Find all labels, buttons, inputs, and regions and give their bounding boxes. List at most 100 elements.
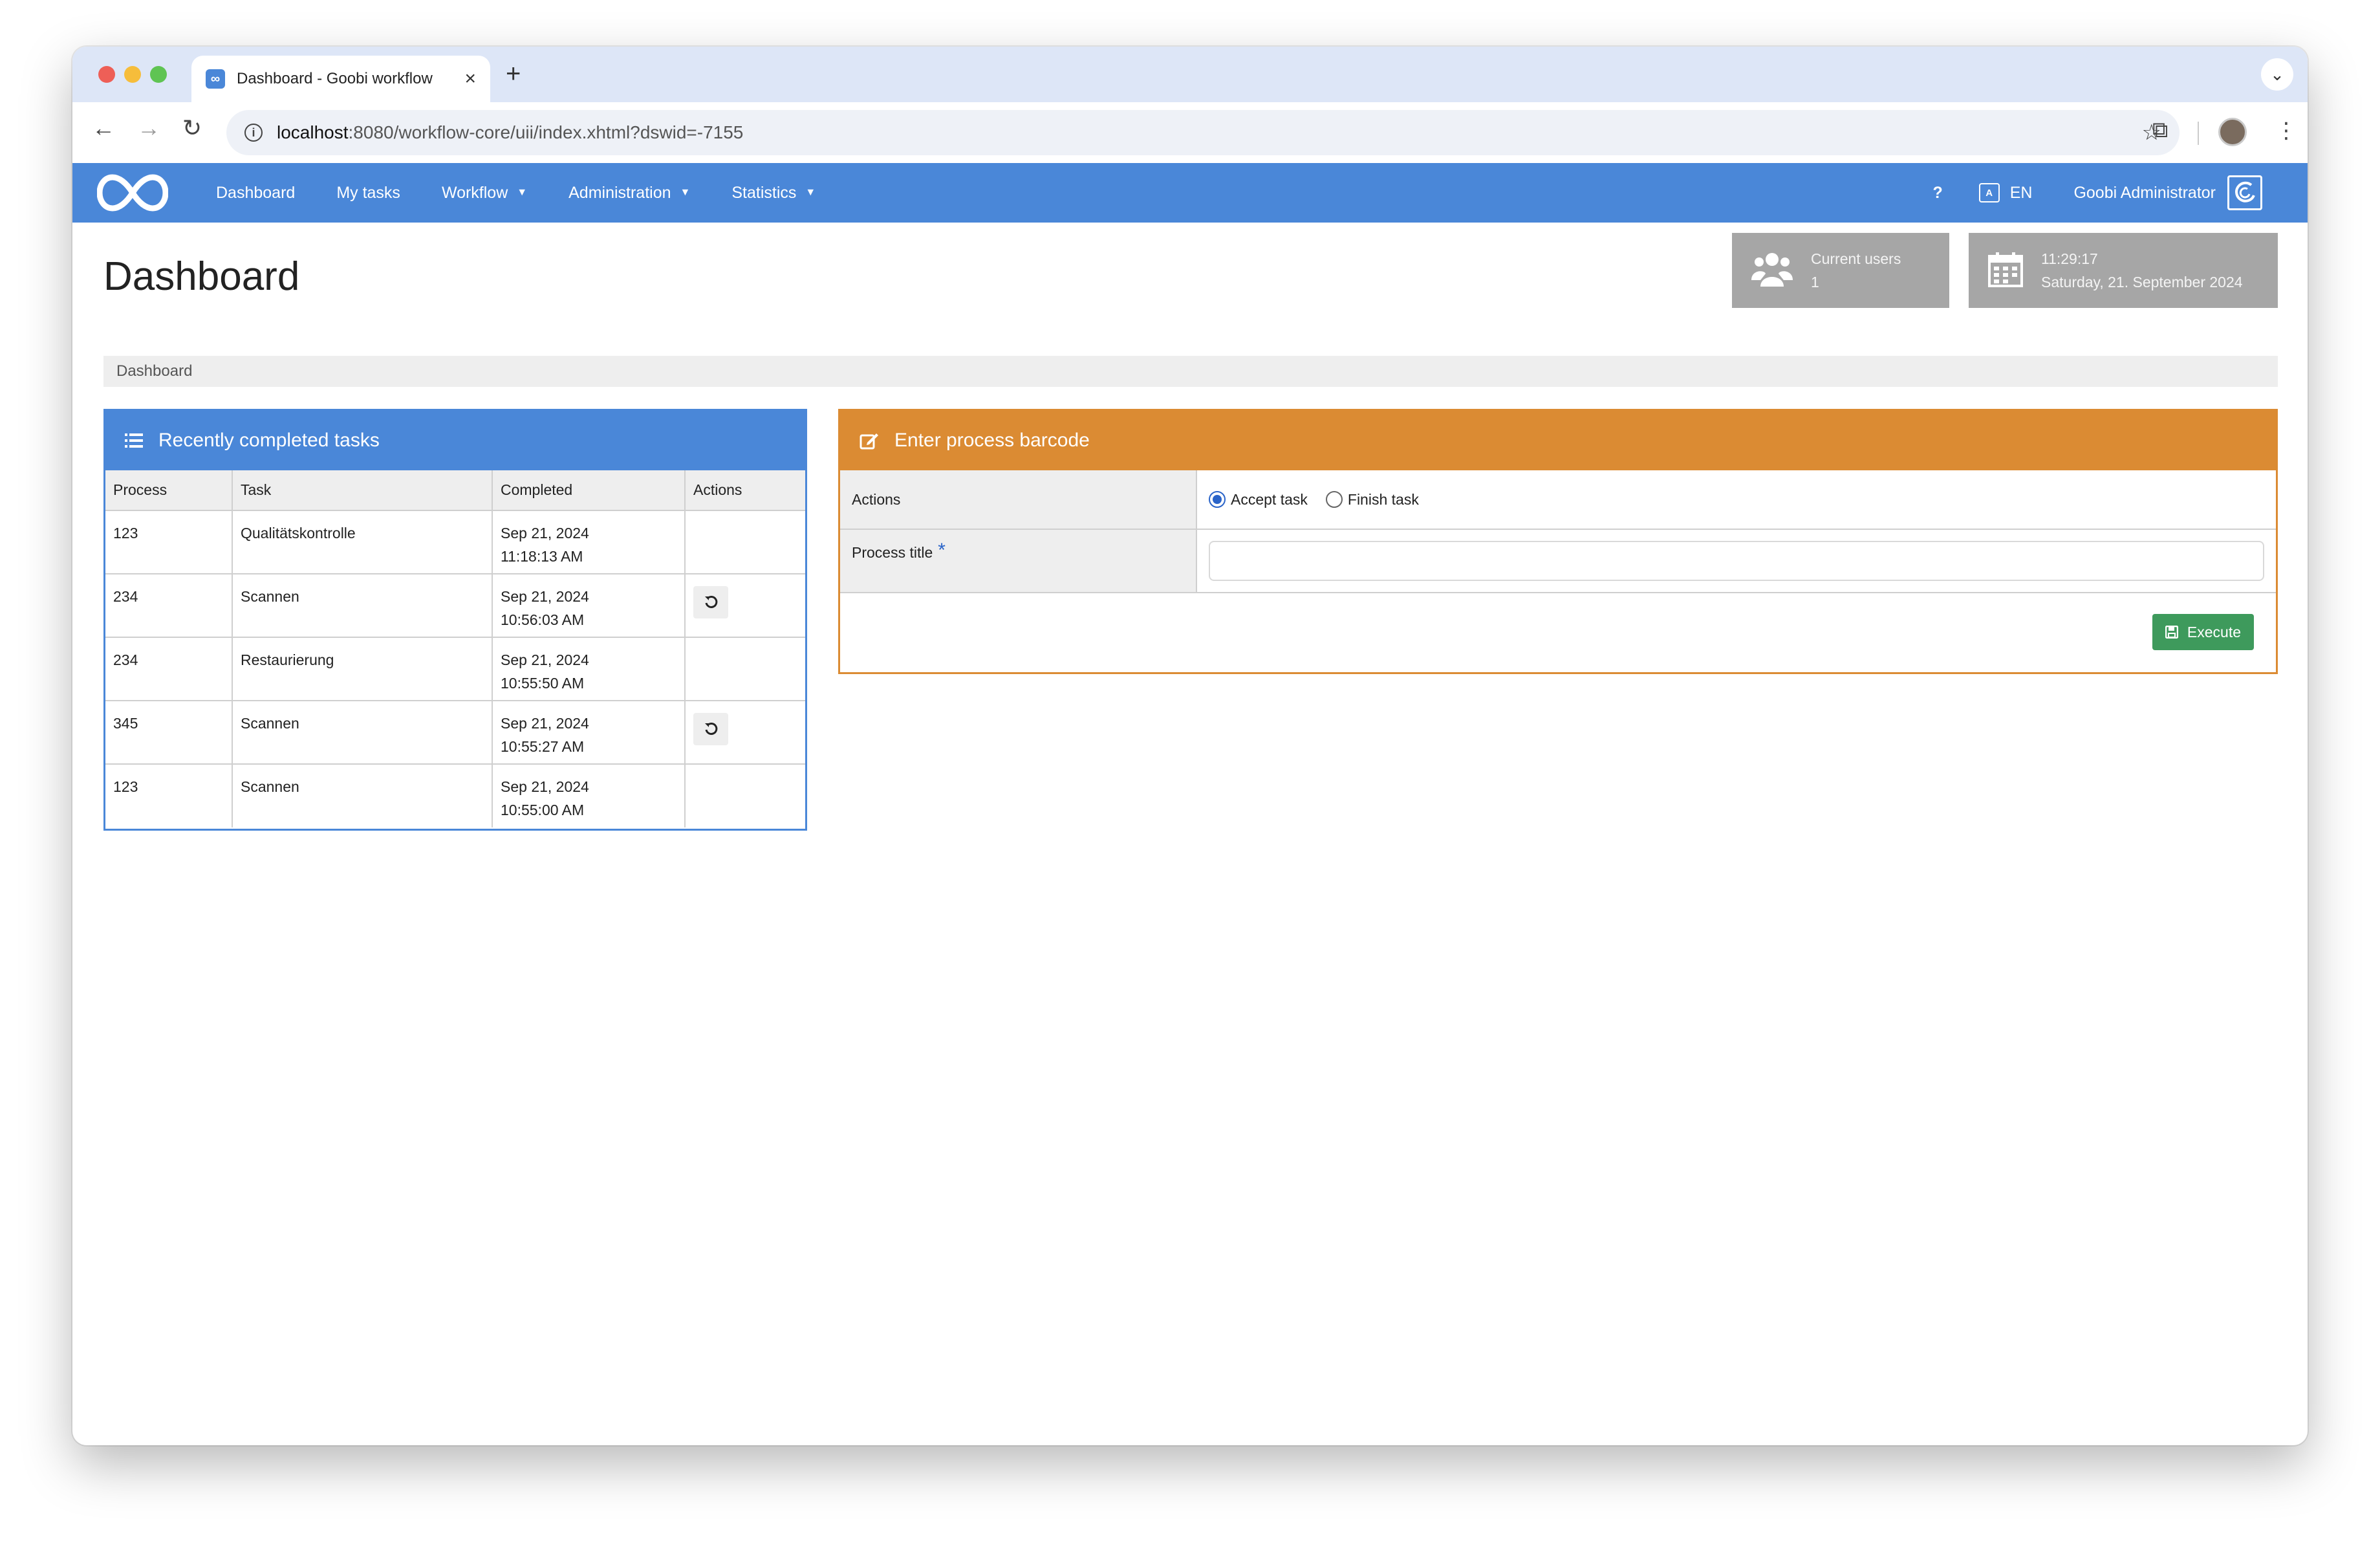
finish-task-label[interactable]: Finish task bbox=[1348, 491, 1419, 508]
process-title-label-cell: Process title * bbox=[840, 530, 1197, 592]
cell-process: 123 bbox=[105, 510, 233, 574]
user-avatar-icon[interactable] bbox=[2227, 175, 2262, 210]
current-users-label: Current users bbox=[1811, 250, 1901, 267]
table-row: 234 Scannen Sep 21, 2024 10:56:03 AM bbox=[105, 573, 805, 638]
reload-icon[interactable]: ↻ bbox=[182, 116, 202, 140]
toolbar-separator bbox=[2198, 122, 2199, 145]
cell-completed: Sep 21, 2024 10:55:50 AM bbox=[492, 637, 686, 701]
cell-completed: Sep 21, 2024 10:55:27 AM bbox=[492, 700, 686, 765]
goobi-logo-icon[interactable] bbox=[97, 172, 168, 213]
recently-completed-tasks-panel: Recently completed tasks Process Task Co… bbox=[103, 409, 807, 831]
extensions-puzzle-icon[interactable]: ⧉ bbox=[2152, 118, 2168, 143]
column-header-completed[interactable]: Completed bbox=[492, 470, 686, 511]
undo-icon bbox=[705, 722, 718, 735]
address-bar[interactable]: i localhost:8080/workflow-core/uii/index… bbox=[226, 110, 2180, 155]
users-group-icon bbox=[1751, 250, 1793, 291]
save-icon bbox=[2165, 626, 2178, 639]
main-menu: Dashboard My tasks Workflow ▼ Administrat… bbox=[216, 163, 857, 223]
breadcrumb-item-dashboard: Dashboard bbox=[116, 362, 193, 380]
edit-icon bbox=[860, 432, 879, 450]
menu-item-workflow[interactable]: Workflow ▼ bbox=[442, 184, 527, 202]
browser-tab-active[interactable]: ∞ Dashboard - Goobi workflow × bbox=[191, 56, 490, 102]
browser-titlebar: ∞ Dashboard - Goobi workflow × + ⌄ bbox=[72, 47, 2308, 102]
actions-label: Actions bbox=[840, 470, 1197, 529]
current-date: Saturday, 21. September 2024 bbox=[2041, 274, 2243, 290]
site-info-icon[interactable]: i bbox=[244, 124, 263, 142]
language-switch[interactable]: EN bbox=[2010, 184, 2033, 202]
cell-completed: Sep 21, 2024 11:18:13 AM bbox=[492, 510, 686, 574]
table-row: 123 Scannen Sep 21, 2024 10:55:00 AM bbox=[105, 763, 805, 827]
panel-header: Recently completed tasks bbox=[105, 411, 805, 470]
help-button[interactable]: ? bbox=[1932, 184, 1942, 202]
table-row: 123 Qualitätskontrolle Sep 21, 2024 11:18… bbox=[105, 510, 805, 574]
process-title-row: Process title * bbox=[840, 530, 2276, 593]
cell-process: 123 bbox=[105, 763, 233, 827]
process-barcode-panel: Enter process barcode Actions Accept tas… bbox=[838, 409, 2278, 674]
browser-window: ∞ Dashboard - Goobi workflow × + ⌄ ← → ↻… bbox=[72, 47, 2308, 1445]
table-row: 234 Restaurierung Sep 21, 2024 10:55:50 A… bbox=[105, 637, 805, 701]
caret-down-icon: ▼ bbox=[517, 187, 528, 198]
finish-task-radio[interactable] bbox=[1325, 491, 1343, 508]
profile-avatar[interactable] bbox=[2218, 118, 2247, 146]
execute-label: Execute bbox=[2187, 623, 2241, 640]
navbar-right: ? A EN Goobi Administrator bbox=[1932, 163, 2262, 223]
new-tab-button[interactable]: + bbox=[506, 61, 521, 87]
cell-actions bbox=[684, 510, 805, 574]
menu-item-administration[interactable]: Administration ▼ bbox=[568, 184, 690, 202]
required-marker: * bbox=[938, 540, 946, 561]
app-navbar: Dashboard My tasks Workflow ▼ Administrat… bbox=[72, 163, 2308, 223]
cell-actions bbox=[684, 763, 805, 827]
panel-header: Enter process barcode bbox=[840, 411, 2276, 470]
cell-task: Scannen bbox=[232, 700, 493, 765]
form-footer: Execute bbox=[840, 593, 2276, 668]
completed-tasks-table: Process Task Completed Actions 123 Quali… bbox=[105, 470, 805, 827]
back-arrow-icon[interactable]: ← bbox=[92, 116, 115, 140]
column-header-actions: Actions bbox=[684, 470, 805, 511]
user-menu[interactable]: Goobi Administrator bbox=[2073, 184, 2216, 202]
cell-task: Scannen bbox=[232, 573, 493, 638]
current-users-count: 1 bbox=[1811, 274, 1819, 290]
reset-task-button[interactable] bbox=[693, 586, 728, 618]
cell-actions bbox=[684, 637, 805, 701]
url-text: localhost:8080/workflow-core/uii/index.x… bbox=[277, 122, 744, 142]
panel-title: Recently completed tasks bbox=[158, 430, 380, 451]
action-radio-group: Accept task Finish task bbox=[1197, 470, 2276, 529]
process-title-label: Process title bbox=[852, 544, 933, 561]
minimize-window-button[interactable] bbox=[124, 66, 141, 83]
process-title-value-cell bbox=[1197, 530, 2276, 592]
table-header-row: Process Task Completed Actions bbox=[105, 470, 805, 511]
calendar-icon bbox=[1988, 251, 2023, 290]
table-row: 345 Scannen Sep 21, 2024 10:55:27 AM bbox=[105, 700, 805, 765]
column-header-process[interactable]: Process bbox=[105, 470, 233, 511]
current-time: 11:29:17 bbox=[2041, 250, 2098, 267]
execute-button[interactable]: Execute bbox=[2152, 614, 2254, 650]
reset-task-button[interactable] bbox=[693, 713, 728, 745]
cell-actions bbox=[684, 700, 805, 765]
cell-completed: Sep 21, 2024 10:56:03 AM bbox=[492, 573, 686, 638]
caret-down-icon: ▼ bbox=[680, 187, 691, 198]
cell-process: 234 bbox=[105, 573, 233, 638]
translate-icon[interactable]: A bbox=[1978, 183, 2000, 202]
accept-task-label[interactable]: Accept task bbox=[1231, 491, 1308, 508]
page-title: Dashboard bbox=[103, 254, 300, 299]
menu-item-statistics[interactable]: Statistics ▼ bbox=[731, 184, 816, 202]
process-title-input[interactable] bbox=[1209, 541, 2264, 581]
column-header-task[interactable]: Task bbox=[232, 470, 493, 511]
menu-item-my-tasks[interactable]: My tasks bbox=[336, 184, 400, 202]
cell-task: Restaurierung bbox=[232, 637, 493, 701]
cell-process: 234 bbox=[105, 637, 233, 701]
cell-task: Qualitätskontrolle bbox=[232, 510, 493, 574]
caret-down-icon: ▼ bbox=[805, 187, 816, 198]
menu-item-dashboard[interactable]: Dashboard bbox=[216, 184, 295, 202]
undo-icon bbox=[705, 595, 718, 608]
tab-close-icon[interactable]: × bbox=[464, 68, 476, 90]
forward-arrow-icon[interactable]: → bbox=[137, 116, 160, 140]
accept-task-radio[interactable] bbox=[1209, 491, 1226, 508]
tab-search-button[interactable]: ⌄ bbox=[2261, 58, 2293, 91]
close-window-button[interactable] bbox=[98, 66, 115, 83]
goobi-favicon-icon: ∞ bbox=[206, 69, 225, 89]
tab-title: Dashboard - Goobi workflow bbox=[237, 70, 433, 87]
browser-menu-icon[interactable]: ⋮ bbox=[2275, 118, 2297, 144]
browser-toolbar: ← → ↻ i localhost:8080/workflow-core/uii… bbox=[72, 102, 2308, 163]
maximize-window-button[interactable] bbox=[150, 66, 167, 83]
